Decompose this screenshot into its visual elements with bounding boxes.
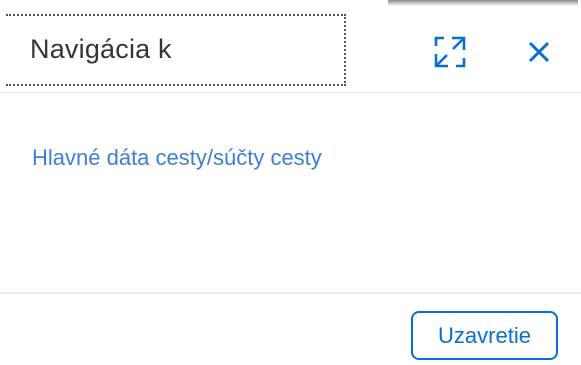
close-x-icon [528,41,550,63]
close-button[interactable] [519,32,559,72]
close-dialog-button[interactable]: Uzavretie [411,311,558,360]
expand-button[interactable] [430,32,470,72]
navigation-dialog: Navigácia k Hlavné dáta cesty/súčty cest… [0,0,581,365]
travel-master-data-link[interactable]: Hlavné dáta cesty/súčty cesty [32,145,322,171]
dialog-footer: Uzavretie [0,292,581,365]
dialog-header: Navigácia k [0,0,581,93]
dialog-content: Hlavné dáta cesty/súčty cesty [0,93,581,291]
dialog-title: Navigácia k [30,34,172,64]
expand-arrows-icon [434,36,466,68]
